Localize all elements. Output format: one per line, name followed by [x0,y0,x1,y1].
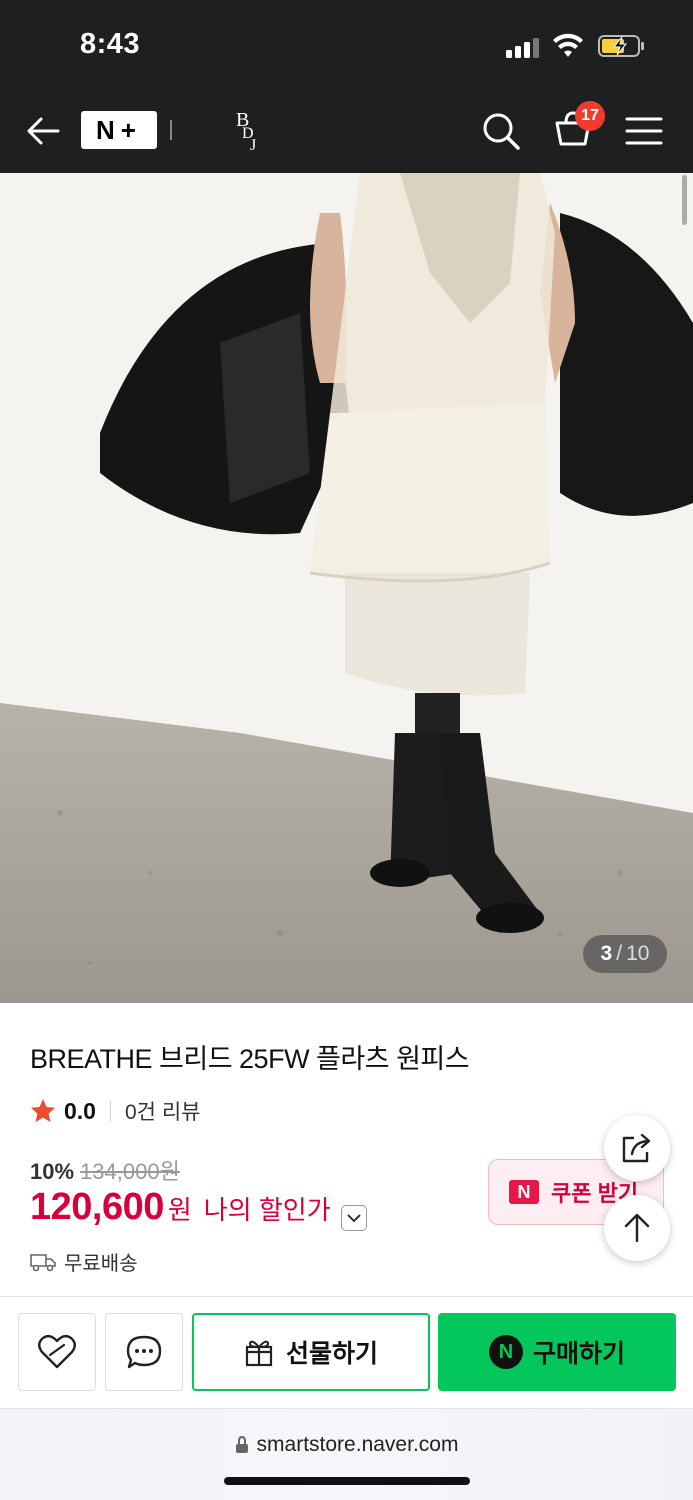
rating-value: 0.0 [64,1097,96,1124]
image-counter-current: 3 [600,942,613,965]
brand-logo[interactable]: B D J [232,108,268,154]
share-icon [622,1133,651,1163]
gift-button[interactable]: 선물하기 [192,1313,430,1391]
heart-icon [38,1334,76,1369]
nplus-logo-text: N+ [96,114,142,145]
coupon-n-badge: N [509,1180,539,1204]
scroll-indicator[interactable] [682,175,687,225]
image-counter-separator: / [616,942,623,965]
discount-row: 10% 134,000원 [30,1154,180,1186]
rating-row[interactable]: 0.0 0건 리뷰 [30,1096,200,1126]
original-price: 134,000원 [80,1159,180,1184]
svg-text:J: J [250,137,256,154]
arrow-up-icon [624,1213,650,1243]
naver-plus-logo[interactable]: N+ [81,111,157,149]
url-display[interactable]: smartstore.naver.com [0,1433,693,1457]
cellular-signal-icon [506,38,540,58]
sale-price: 120,600 [30,1186,164,1228]
review-count[interactable]: 0건 리뷰 [125,1096,200,1126]
rating-separator [109,1101,111,1121]
wifi-icon [553,33,583,57]
gift-label: 선물하기 [285,1340,378,1368]
back-arrow-icon[interactable] [22,110,64,152]
image-counter: 3 / 10 [583,935,667,973]
url-text: smartstore.naver.com [256,1433,459,1456]
chevron-down-icon[interactable] [340,1205,367,1231]
chat-icon [126,1335,162,1369]
cart-count-badge: 17 [575,101,605,131]
truck-icon [30,1253,56,1271]
status-bar: 8:43 [0,0,693,90]
image-counter-total: 10 [626,942,650,965]
gift-icon [245,1340,273,1367]
currency-label: 원 [167,1195,192,1225]
home-indicator[interactable] [224,1477,470,1485]
my-discount-label[interactable]: 나의 할인가 [204,1190,331,1227]
buy-label: 구매하기 [532,1340,625,1368]
status-time: 8:43 [80,28,141,60]
wishlist-button[interactable] [18,1313,96,1391]
browser-url-bar[interactable]: smartstore.naver.com [0,1408,693,1500]
scroll-top-button[interactable] [604,1195,670,1261]
talk-button[interactable] [105,1313,183,1391]
search-icon[interactable] [478,108,524,154]
header-divider [170,120,172,140]
lock-icon [235,1436,248,1453]
menu-icon[interactable] [622,110,666,152]
shipping-row: 무료배송 [30,1247,138,1276]
shipping-label: 무료배송 [64,1253,138,1275]
price-row: 120,600 원 나의 할인가 [30,1186,367,1231]
share-button[interactable] [604,1115,670,1181]
product-image[interactable] [0,173,693,1003]
bottom-action-bar: 선물하기 N 구매하기 [0,1296,693,1408]
discount-rate: 10% [30,1159,75,1184]
star-icon [31,1099,55,1122]
npay-badge: N [488,1335,523,1369]
buy-button[interactable]: N 구매하기 [438,1313,676,1391]
product-title: BREATHE 브리드 25FW 플라츠 원피스 [30,1044,470,1074]
battery-icon [598,35,644,57]
